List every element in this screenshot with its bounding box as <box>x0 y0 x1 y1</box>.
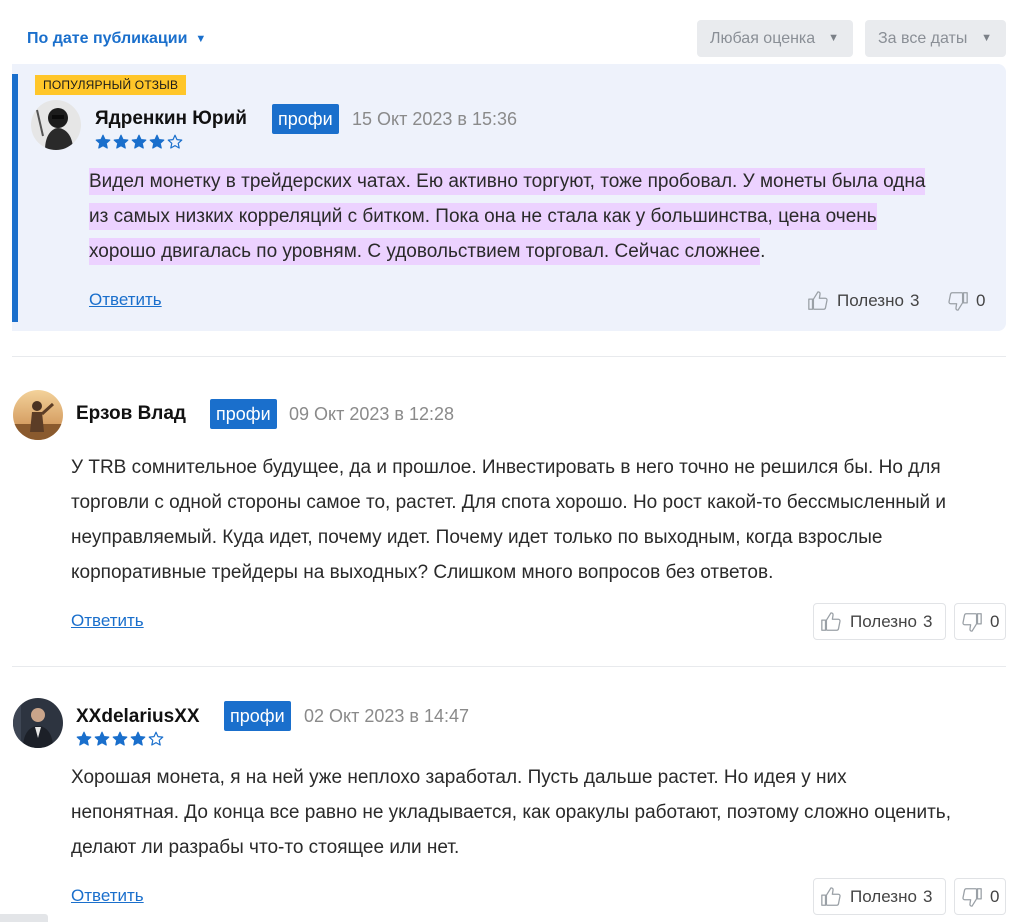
review-date: 15 Окт 2023 в 15:36 <box>352 109 517 129</box>
avatar-image <box>13 698 63 748</box>
useful-button[interactable]: Полезно 3 <box>807 282 919 319</box>
review-text: У TRB сомнительное будущее, да и прошлое… <box>71 450 1011 590</box>
star-outline-icon <box>167 134 183 149</box>
review-text-line: неуправляемый. Куда идет, почему идет. П… <box>71 527 883 548</box>
review-author[interactable]: XXdelariusXX <box>76 706 200 728</box>
review-text: Хорошая монета, я на ней уже неплохо зар… <box>71 760 1011 865</box>
review-author[interactable]: Ерзов Влад <box>76 403 186 425</box>
thumbs-up-icon <box>821 611 841 631</box>
thumbs-up-icon <box>808 290 828 310</box>
avatar[interactable] <box>13 698 63 748</box>
dislike-button[interactable]: 0 <box>947 282 985 319</box>
review-date: 02 Окт 2023 в 14:47 <box>304 706 469 726</box>
review-author[interactable]: Ядренкин Юрий <box>95 108 247 130</box>
useful-count: 3 <box>922 886 933 906</box>
pro-badge[interactable]: профи <box>272 104 339 134</box>
pro-badge[interactable]: профи <box>210 399 277 429</box>
star-filled-icon <box>95 134 111 149</box>
bottom-edge-tab <box>0 914 48 922</box>
review-card: Ерзов Влад профи 09 Окт 2023 в 12:28 У T… <box>0 385 1020 655</box>
star-filled-icon <box>131 134 147 149</box>
review-text-line: непонятная. До конца все равно не уклады… <box>71 802 951 823</box>
rating-filter-dropdown[interactable]: Любая оценка ▼ <box>697 20 853 57</box>
rating-filter-label: Любая оценка <box>710 30 816 47</box>
caret-down-icon: ▼ <box>981 32 992 44</box>
useful-button[interactable]: Полезно 3 <box>813 603 946 640</box>
filter-bar: По дате публикации ▼ Любая оценка ▼ За вс… <box>0 0 1020 64</box>
useful-count: 3 <box>909 290 920 310</box>
review-text-line: из самых низких корреляций с битком. Пок… <box>89 203 877 230</box>
reply-link[interactable]: Ответить <box>89 290 162 310</box>
dislike-count: 0 <box>976 290 986 310</box>
dislike-count: 0 <box>990 886 1000 906</box>
thumbs-down-icon <box>948 291 968 311</box>
reply-link[interactable]: Ответить <box>71 611 144 631</box>
useful-count: 3 <box>922 611 933 631</box>
thumbs-up-icon <box>821 886 841 906</box>
review-date: 09 Окт 2023 в 12:28 <box>289 404 454 424</box>
star-filled-icon <box>113 134 129 149</box>
useful-label: Полезно <box>850 886 917 906</box>
star-filled-icon <box>149 134 165 149</box>
star-filled-icon <box>112 731 128 746</box>
review-text-line: У TRB сомнительное будущее, да и прошлое… <box>71 457 941 478</box>
thumbs-down-icon <box>962 887 982 907</box>
review-text-line: Хорошая монета, я на ней уже неплохо зар… <box>71 767 847 788</box>
dislike-button[interactable]: 0 <box>954 603 1006 640</box>
review-text-line: корпоративные трейдеры на выходных? Слиш… <box>71 562 774 583</box>
popular-accent-bar <box>12 74 18 322</box>
review-text-line: Видел монетку в трейдерских чатах. Ею ак… <box>89 168 926 195</box>
divider <box>12 666 1006 667</box>
reply-link[interactable]: Ответить <box>71 886 144 906</box>
popular-review-badge: ПОПУЛЯРНЫЙ ОТЗЫВ <box>35 75 187 95</box>
useful-button[interactable]: Полезно 3 <box>813 878 946 915</box>
avatar-image <box>31 100 81 150</box>
caret-down-icon: ▼ <box>195 33 207 45</box>
star-filled-icon <box>76 731 92 746</box>
sort-label: По дате публикации <box>27 30 188 47</box>
avatar-image <box>13 390 63 440</box>
useful-label: Полезно <box>837 290 904 310</box>
review-text-line: делают ли разрабы что-то стоящее или нет… <box>71 837 460 858</box>
review-text-end: . <box>760 241 766 262</box>
review-text: Видел монетку в трейдерских чатах. Ею ак… <box>89 164 989 269</box>
useful-label: Полезно <box>850 611 917 631</box>
dislike-count: 0 <box>990 611 1000 631</box>
rating-stars <box>95 134 183 150</box>
thumbs-down-icon <box>962 612 982 632</box>
sort-dropdown[interactable]: По дате публикации ▼ <box>27 30 206 48</box>
star-filled-icon <box>94 731 110 746</box>
date-filter-label: За все даты <box>878 30 968 47</box>
rating-stars <box>76 731 164 747</box>
review-card-popular: ПОПУЛЯРНЫЙ ОТЗЫВ Ядренкин Юрий профи 15 … <box>12 64 1006 331</box>
review-text-line: хорошо двигалась по уровням. С удовольст… <box>89 238 761 265</box>
avatar[interactable] <box>13 390 63 440</box>
review-text-line: торговли с одной стороны самое то, расте… <box>71 492 947 513</box>
dislike-button[interactable]: 0 <box>954 878 1006 915</box>
review-card: XXdelariusXX профи 02 Окт 2023 в 14:47 Х… <box>0 690 1020 922</box>
date-filter-dropdown[interactable]: За все даты ▼ <box>865 20 1006 57</box>
avatar[interactable] <box>31 100 81 150</box>
star-outline-icon <box>148 731 164 746</box>
caret-down-icon: ▼ <box>828 32 839 44</box>
divider <box>12 356 1006 357</box>
star-filled-icon <box>130 731 146 746</box>
pro-badge[interactable]: профи <box>224 701 291 731</box>
